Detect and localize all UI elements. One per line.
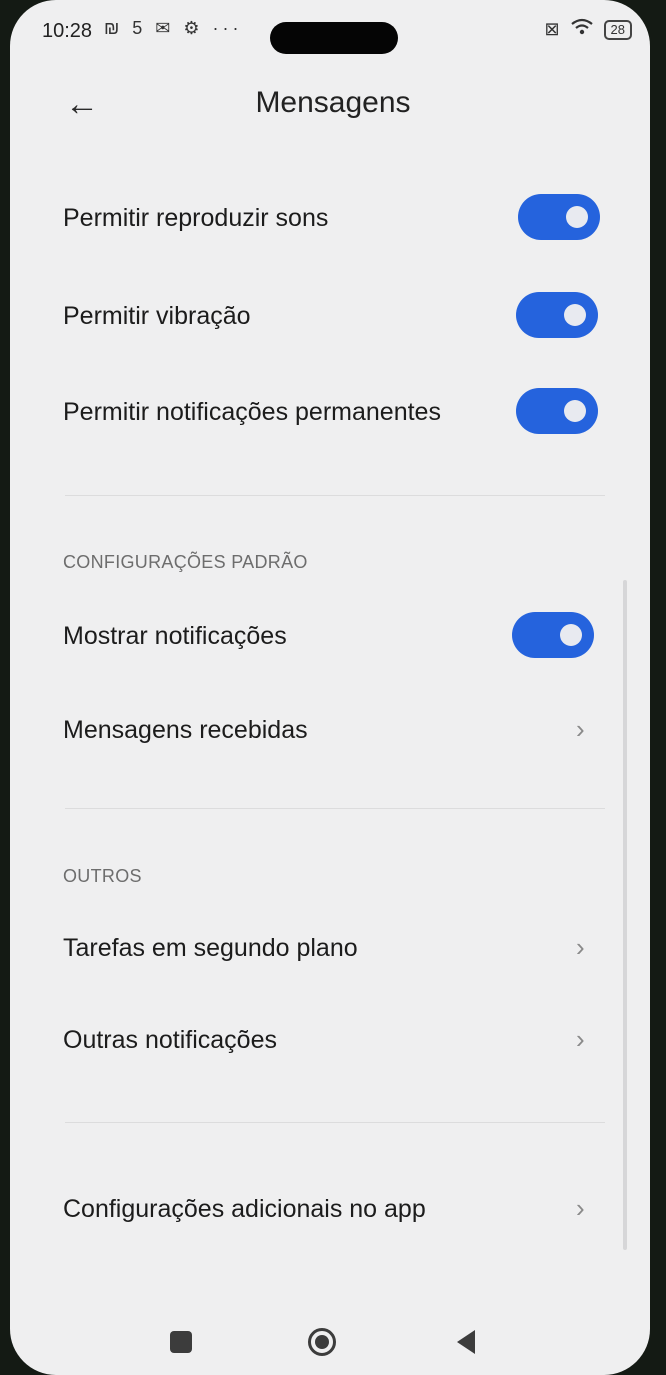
phone-screen: 10:28 ₪ 5 ✉ ⚙ ··· ⊠ 28 ← Mensagens Permi… [10,0,650,1375]
navigation-bar [10,1290,650,1375]
chevron-right-icon: › [576,1024,585,1054]
wifi-icon [570,18,594,41]
section-header-default: CONFIGURAÇÕES PADRÃO [63,552,308,572]
app-header: ← Mensagens [10,70,650,140]
list-item-received-messages[interactable]: Mensagens recebidas › [10,700,650,764]
item-label: Mensagens recebidas [63,716,308,744]
toggle-row-persistent[interactable]: Permitir notificações permanentes [10,374,650,448]
triangle-icon [457,1330,475,1354]
toggle-label: Permitir notificações permanentes [63,398,441,426]
toggle-knob [564,400,586,422]
list-item-other-notifications[interactable]: Outras notificações › [10,1010,650,1074]
toggle-knob [560,624,582,646]
divider [65,495,605,496]
toggle-knob [564,304,586,326]
sounds-toggle[interactable] [518,194,600,240]
status-time: 10:28 [42,20,93,42]
circle-icon [308,1328,336,1356]
toggle-label: Permitir vibração [63,302,251,330]
show-notifications-toggle[interactable] [512,612,594,658]
status-right-icons: ⊠ 28 [544,18,632,41]
item-label: Tarefas em segundo plano [63,934,358,962]
chevron-right-icon: › [576,1193,585,1223]
chevron-right-icon: › [576,714,585,744]
item-label: Configurações adicionais no app [63,1195,426,1223]
toggle-row-vibration[interactable]: Permitir vibração [10,278,650,352]
vibration-toggle[interactable] [516,292,598,338]
square-icon [170,1331,192,1353]
status-left-icons: ₪ 5 ✉ ⚙ ··· [104,18,243,38]
divider [65,808,605,809]
list-item-background-tasks[interactable]: Tarefas em segundo plano › [10,918,650,982]
sim-error-icon: ⊠ [544,19,560,39]
toggle-label: Mostrar notificações [63,622,287,650]
battery-icon: 28 [603,19,632,40]
toggle-row-show-notifications[interactable]: Mostrar notificações [10,600,650,672]
camera-notch [270,22,398,54]
toggle-label: Permitir reproduzir sons [63,204,329,232]
section-header-others: OUTROS [63,866,142,886]
toggle-row-sounds[interactable]: Permitir reproduzir sons [10,180,650,254]
list-item-additional-settings[interactable]: Configurações adicionais no app › [10,1175,650,1245]
page-title: Mensagens [255,86,411,119]
chevron-right-icon: › [576,932,585,962]
toggle-knob [566,206,588,228]
item-label: Outras notificações [63,1026,277,1054]
recent-apps-button[interactable] [159,1320,203,1364]
divider [65,1122,605,1123]
home-button[interactable] [300,1320,344,1364]
nav-back-button[interactable] [444,1320,488,1364]
persistent-notifications-toggle[interactable] [516,388,598,434]
scrollbar[interactable] [623,580,627,1250]
